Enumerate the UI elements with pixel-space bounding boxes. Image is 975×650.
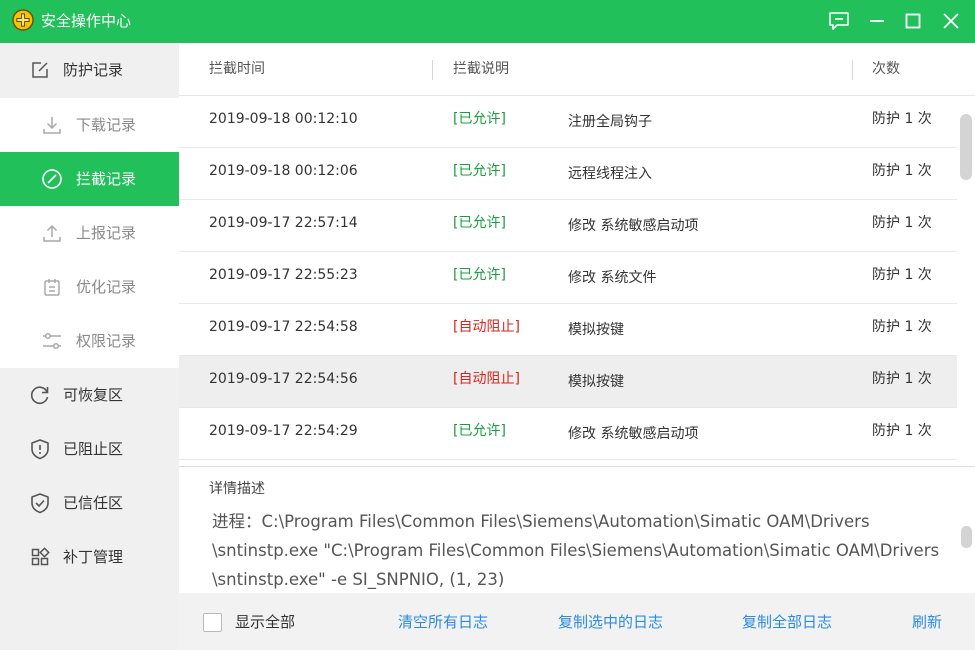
sidebar-item-permission-records[interactable]: 权限记录 [0, 314, 179, 368]
sliders-icon [41, 330, 63, 352]
row-description: 注册全局钩子 [568, 114, 652, 130]
upload-icon [41, 222, 63, 244]
sidebar-item-report-records[interactable]: 上报记录 [0, 206, 179, 260]
sidebar-item-label: 上报记录 [76, 224, 137, 242]
refresh-icon [29, 384, 51, 406]
details-scrollbar-thumb[interactable] [961, 526, 972, 548]
table-row[interactable]: 2019-09-17 22:54:58 [自动阻止] 模拟按键 防护 1 次 [179, 304, 957, 356]
sidebar-item-optimize-records[interactable]: 优化记录 [0, 260, 179, 314]
row-status: [已允许] [453, 163, 506, 179]
row-count: 防护 1 次 [872, 215, 932, 231]
sidebar-item-label: 权限记录 [76, 332, 137, 350]
calendar-icon [41, 276, 63, 298]
table-row[interactable]: 2019-09-17 22:54:29 [已允许] 修改 系统敏感启动项 防护 … [179, 408, 957, 460]
row-description: 修改 系统文件 [568, 270, 657, 286]
row-time: 2019-09-18 00:12:10 [209, 111, 358, 127]
row-count: 防护 1 次 [872, 163, 932, 179]
refresh-link[interactable]: 刷新 [912, 613, 942, 632]
row-time: 2019-09-17 22:54:58 [209, 319, 358, 335]
records-table: 2019-09-18 00:12:10 [已允许] 注册全局钩子 防护 1 次 … [179, 96, 957, 460]
row-time: 2019-09-18 00:12:06 [209, 163, 358, 179]
column-header-description[interactable]: 拦截说明 [453, 60, 509, 78]
close-icon[interactable] [936, 6, 966, 36]
copy-selected-logs-link[interactable]: 复制选中的日志 [558, 613, 663, 632]
table-row-selected[interactable]: 2019-09-17 22:54:56 [自动阻止] 模拟按键 防护 1 次 [179, 356, 957, 408]
row-time: 2019-09-17 22:57:14 [209, 215, 358, 231]
maximize-icon[interactable] [898, 6, 928, 36]
sidebar-item-trusted-zone[interactable]: 已信任区 [0, 476, 179, 530]
download-icon [41, 114, 63, 136]
row-status: [已允许] [453, 111, 506, 127]
shield-check-icon [29, 492, 51, 514]
sidebar-item-label: 拦截记录 [76, 170, 137, 188]
row-description: 修改 系统敏感启动项 [568, 426, 699, 442]
minimize-icon[interactable] [862, 6, 892, 36]
details-title: 详情描述 [209, 481, 265, 497]
row-status: [自动阻止] [453, 319, 520, 335]
title-bar: 安全操作中心 [0, 0, 975, 43]
details-line: \sntinstp.exe "C:\Program Files\Common F… [212, 541, 940, 560]
row-status: [已允许] [453, 215, 506, 231]
sidebar-item-download-records[interactable]: 下载记录 [0, 98, 179, 152]
section-divider [179, 466, 975, 467]
copy-all-logs-link[interactable]: 复制全部日志 [742, 613, 832, 632]
sidebar-item-label: 优化记录 [76, 278, 137, 296]
column-header-time[interactable]: 拦截时间 [209, 60, 265, 78]
row-time: 2019-09-17 22:54:56 [209, 371, 358, 387]
shield-alert-icon [29, 438, 51, 460]
details-text[interactable]: 进程：C:\Program Files\Common Files\Siemens… [212, 507, 957, 591]
sidebar-item-label: 已阻止区 [63, 440, 124, 458]
sidebar-item-recoverable-zone[interactable]: 可恢复区 [0, 368, 179, 422]
sidebar-item-protection-records[interactable]: 防护记录 [0, 43, 179, 97]
row-count: 防护 1 次 [872, 423, 932, 439]
column-header-count[interactable]: 次数 [872, 60, 900, 78]
row-description: 模拟按键 [568, 374, 624, 390]
table-row[interactable]: 2019-09-18 00:12:10 [已允许] 注册全局钩子 防护 1 次 [179, 96, 957, 148]
feedback-icon[interactable] [824, 6, 854, 36]
table-scrollbar-thumb[interactable] [960, 114, 972, 180]
row-description: 修改 系统敏感启动项 [568, 218, 699, 234]
app-title: 安全操作中心 [41, 12, 132, 30]
sidebar-item-label: 补丁管理 [63, 548, 124, 566]
row-status: [自动阻止] [453, 371, 520, 387]
table-row[interactable]: 2019-09-18 00:12:06 [已允许] 远程线程注入 防护 1 次 [179, 148, 957, 200]
sidebar-item-label: 已信任区 [63, 494, 124, 512]
sidebar: 防护记录 下载记录 拦截记录 上报记录 优化记录 权限记录 可恢复区 已阻止区 … [0, 43, 179, 650]
show-all-label[interactable]: 显示全部 [235, 613, 295, 632]
row-description: 模拟按键 [568, 322, 624, 338]
sidebar-item-intercept-records[interactable]: 拦截记录 [0, 152, 179, 206]
table-header: 拦截时间 拦截说明 次数 [179, 43, 975, 96]
sidebar-item-patch-management[interactable]: 补丁管理 [0, 530, 179, 584]
row-status: [已允许] [453, 423, 506, 439]
column-divider[interactable] [432, 60, 433, 80]
sidebar-item-label: 下载记录 [76, 116, 137, 134]
row-description: 远程线程注入 [568, 166, 652, 182]
grid-icon [29, 546, 51, 568]
sidebar-item-blocked-zone[interactable]: 已阻止区 [0, 422, 179, 476]
row-time: 2019-09-17 22:55:23 [209, 267, 358, 283]
row-status: [已允许] [453, 267, 506, 283]
row-count: 防护 1 次 [872, 319, 932, 335]
column-divider[interactable] [852, 60, 853, 80]
row-time: 2019-09-17 22:54:29 [209, 423, 358, 439]
row-count: 防护 1 次 [872, 111, 932, 127]
table-row[interactable]: 2019-09-17 22:55:23 [已允许] 修改 系统文件 防护 1 次 [179, 252, 957, 304]
footer-bar: 显示全部 清空所有日志 复制选中的日志 复制全部日志 刷新 [179, 593, 975, 650]
sidebar-item-label: 可恢复区 [63, 386, 124, 404]
show-all-checkbox[interactable] [203, 613, 222, 632]
details-line: 进程：C:\Program Files\Common Files\Siemens… [212, 512, 870, 531]
row-count: 防护 1 次 [872, 267, 932, 283]
details-line: \sntinstp.exe" -e SI_SNPNIO, (1, 23) [212, 570, 505, 589]
sidebar-item-label: 防护记录 [63, 61, 124, 79]
row-count: 防护 1 次 [872, 371, 932, 387]
block-icon [41, 168, 63, 190]
edit-icon [29, 59, 51, 81]
app-logo-icon [12, 9, 34, 31]
clear-logs-link[interactable]: 清空所有日志 [398, 613, 488, 632]
table-row[interactable]: 2019-09-17 22:57:14 [已允许] 修改 系统敏感启动项 防护 … [179, 200, 957, 252]
